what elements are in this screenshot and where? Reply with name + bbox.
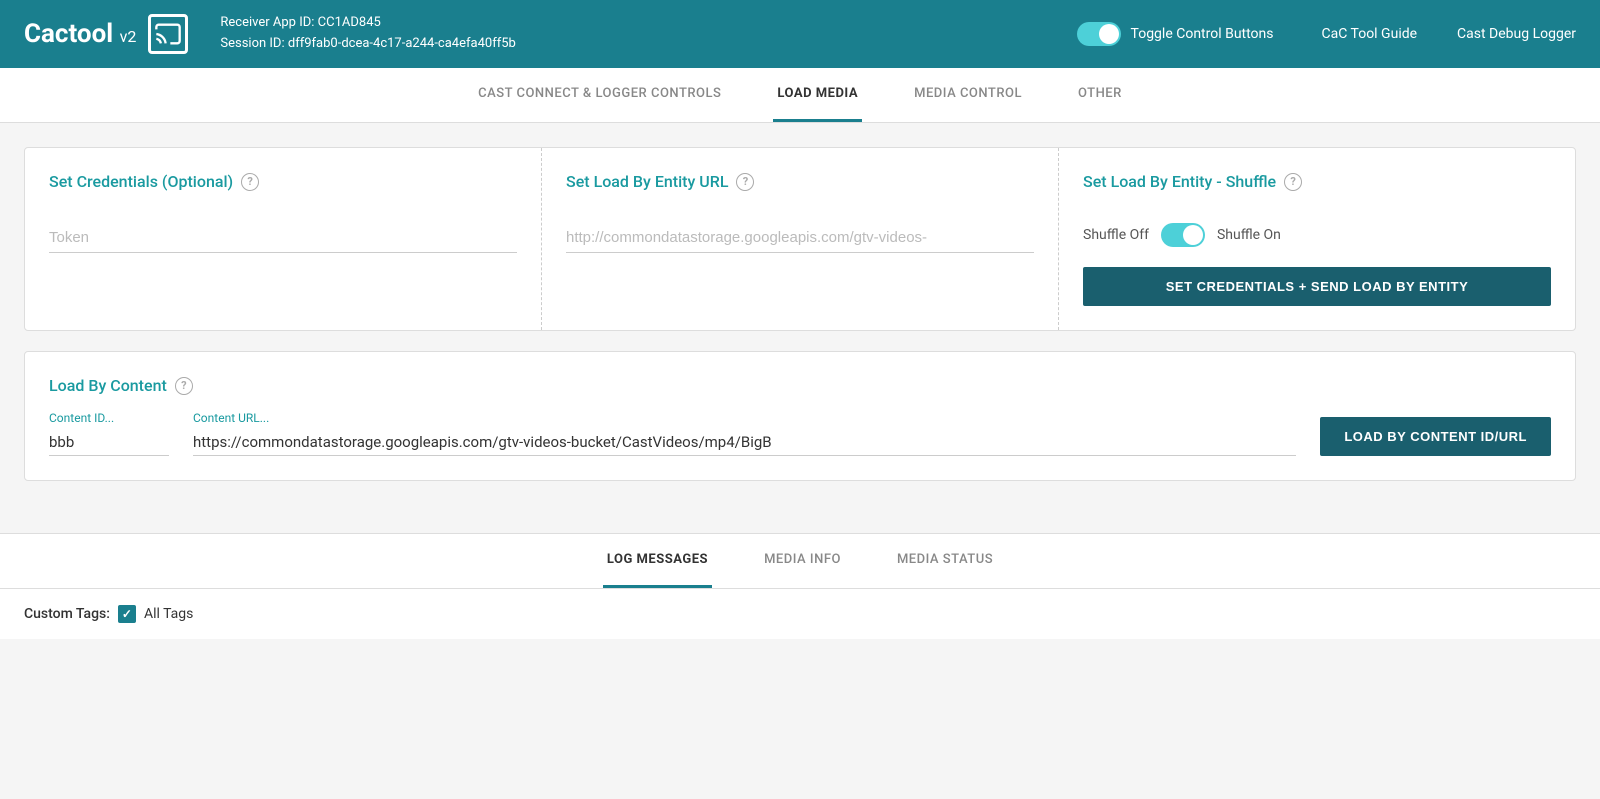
- session-info: Receiver App ID: CC1AD845 Session ID: df…: [220, 13, 1076, 55]
- nav-logger[interactable]: Cast Debug Logger: [1457, 26, 1576, 42]
- tab-log-messages[interactable]: LOG MESSAGES: [603, 534, 712, 588]
- shuffle-on-label: Shuffle On: [1217, 227, 1281, 243]
- header-nav: CaC Tool Guide Cast Debug Logger: [1322, 26, 1577, 42]
- content-url-value[interactable]: https://commondatastorage.googleapis.com…: [193, 429, 1296, 456]
- bottom-section: LOG MESSAGES MEDIA INFO MEDIA STATUS Cus…: [0, 534, 1600, 639]
- entity-url-card: Set Load By Entity URL ?: [542, 148, 1059, 330]
- all-tags-label: All Tags: [144, 606, 193, 622]
- app-header: Cactool v2 Receiver App ID: CC1AD845 Ses…: [0, 0, 1600, 68]
- tab-media-info[interactable]: MEDIA INFO: [760, 534, 845, 588]
- shuffle-title: Set Load By Entity - Shuffle ?: [1083, 172, 1551, 191]
- tab-media-status[interactable]: MEDIA STATUS: [893, 534, 997, 588]
- entity-url-input[interactable]: [566, 223, 1034, 253]
- shuffle-toggle-row: Shuffle Off Shuffle On: [1083, 223, 1551, 247]
- content-id-group: Content ID... bbb: [49, 411, 169, 456]
- toggle-control-buttons[interactable]: Toggle Control Buttons: [1077, 22, 1274, 46]
- cards-row: Set Credentials (Optional) ? Set Load By…: [24, 147, 1576, 331]
- nav-guide[interactable]: CaC Tool Guide: [1322, 26, 1418, 42]
- toggle-switch[interactable]: [1077, 22, 1121, 46]
- tab-load-media[interactable]: LOAD MEDIA: [773, 68, 862, 122]
- credentials-help-icon[interactable]: ?: [241, 173, 259, 191]
- log-content: Custom Tags: All Tags: [0, 589, 1600, 639]
- load-content-title: Load By Content ?: [49, 376, 1551, 395]
- credentials-card: Set Credentials (Optional) ?: [25, 148, 542, 330]
- token-input[interactable]: [49, 223, 517, 253]
- cast-icon: [148, 14, 188, 54]
- custom-tags-label: Custom Tags:: [24, 606, 110, 622]
- load-content-help-icon[interactable]: ?: [175, 377, 193, 395]
- tab-media-control[interactable]: MEDIA CONTROL: [910, 68, 1026, 122]
- entity-url-title: Set Load By Entity URL ?: [566, 172, 1034, 191]
- entity-url-help-icon[interactable]: ?: [736, 173, 754, 191]
- custom-tags-row: Custom Tags: All Tags: [24, 605, 1576, 623]
- main-tab-bar: CAST CONNECT & LOGGER CONTROLS LOAD MEDI…: [0, 68, 1600, 123]
- content-fields: Content ID... bbb Content URL... https:/…: [49, 411, 1551, 456]
- content-id-label: Content ID...: [49, 411, 169, 425]
- main-content: Set Credentials (Optional) ? Set Load By…: [0, 123, 1600, 525]
- logo-area: Cactool v2: [24, 14, 188, 54]
- shuffle-card: Set Load By Entity - Shuffle ? Shuffle O…: [1059, 148, 1575, 330]
- content-id-value[interactable]: bbb: [49, 429, 169, 456]
- shuffle-toggle[interactable]: [1161, 223, 1205, 247]
- tab-other[interactable]: OTHER: [1074, 68, 1126, 122]
- credentials-title: Set Credentials (Optional) ?: [49, 172, 517, 191]
- shuffle-help-icon[interactable]: ?: [1284, 173, 1302, 191]
- bottom-tab-bar: LOG MESSAGES MEDIA INFO MEDIA STATUS: [0, 534, 1600, 589]
- content-url-label: Content URL...: [193, 411, 1296, 425]
- load-content-card: Load By Content ? Content ID... bbb Cont…: [24, 351, 1576, 481]
- content-url-group: Content URL... https://commondatastorage…: [193, 411, 1296, 456]
- logo-text: Cactool v2: [24, 19, 136, 49]
- set-credentials-send-load-button[interactable]: SET CREDENTIALS + SEND LOAD BY ENTITY: [1083, 267, 1551, 306]
- tab-cast-connect[interactable]: CAST CONNECT & LOGGER CONTROLS: [474, 68, 725, 122]
- load-by-content-button[interactable]: LOAD BY CONTENT ID/URL: [1320, 417, 1551, 456]
- all-tags-checkbox[interactable]: [118, 605, 136, 623]
- shuffle-off-label: Shuffle Off: [1083, 227, 1149, 243]
